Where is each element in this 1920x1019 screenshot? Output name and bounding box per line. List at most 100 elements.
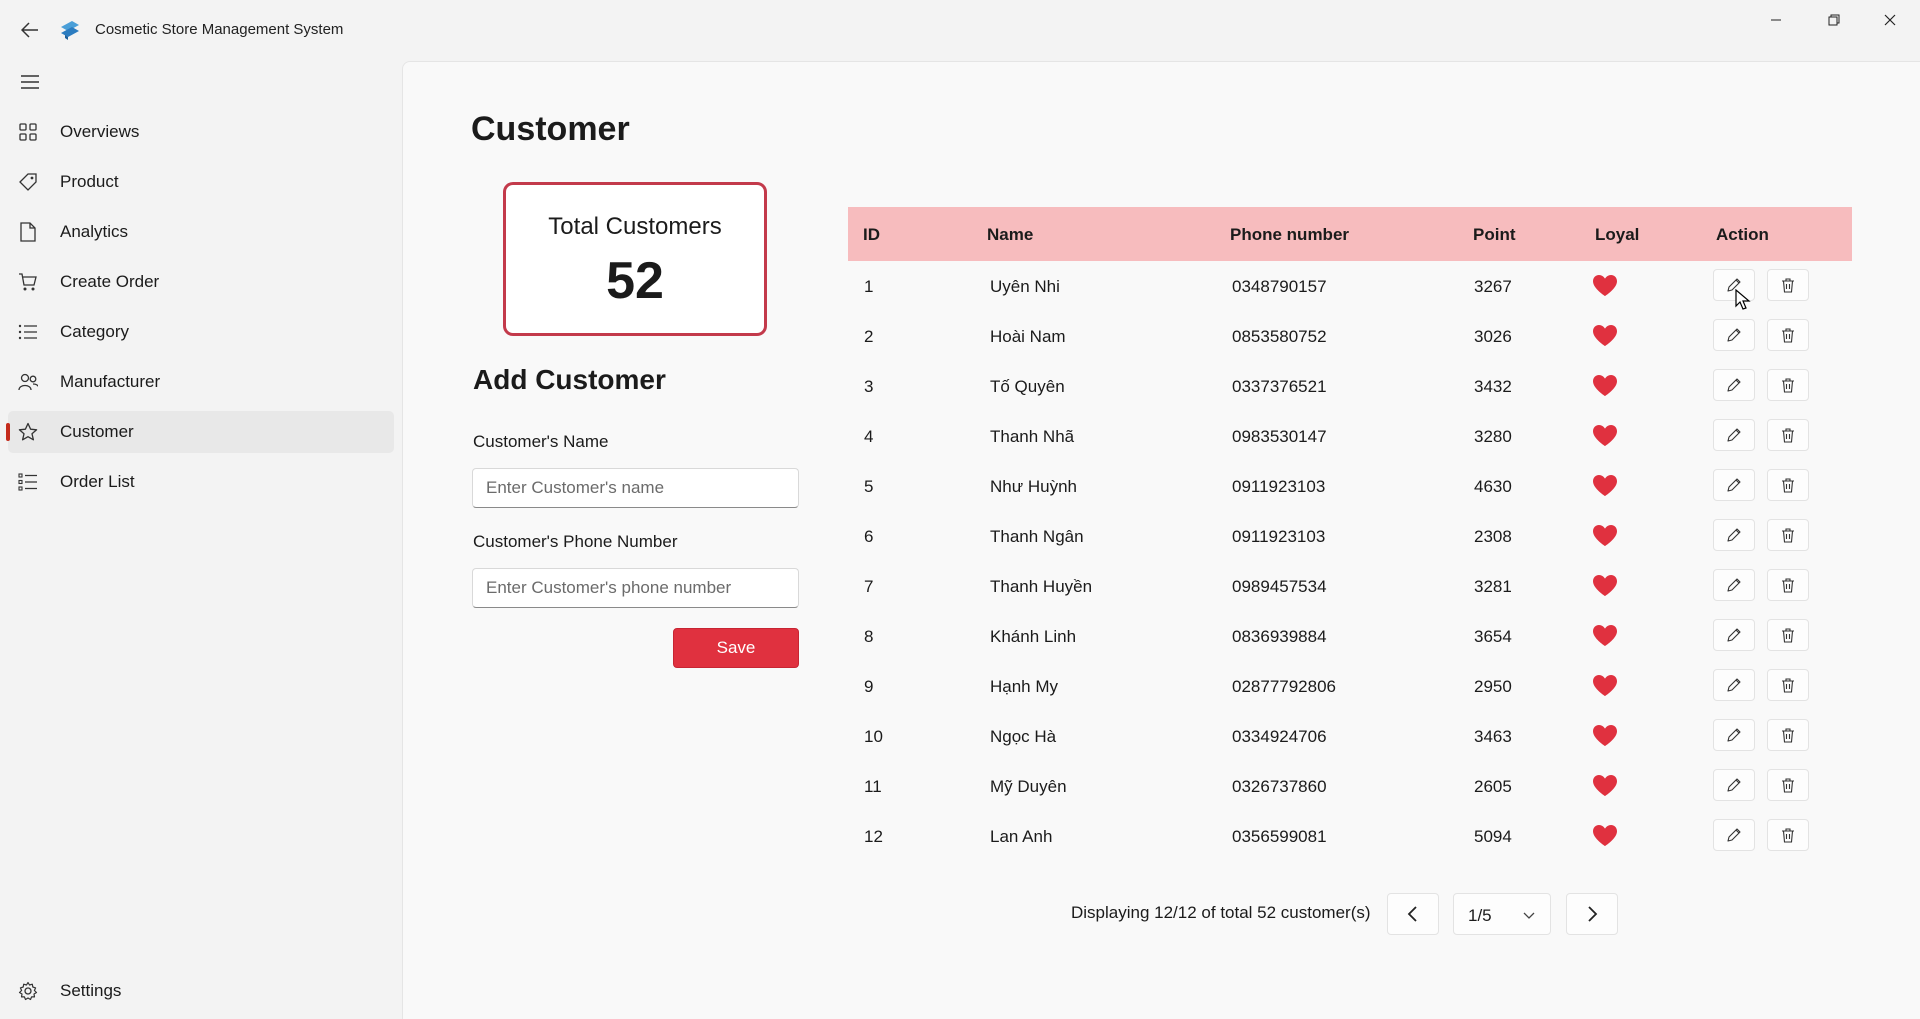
trash-icon — [1782, 478, 1794, 493]
delete-button[interactable] — [1767, 569, 1809, 601]
list-icon — [18, 322, 38, 342]
table-row: 8 Khánh Linh 0836939884 3654 — [848, 611, 1852, 661]
menu-toggle-button[interactable] — [14, 68, 46, 96]
cell-id: 1 — [864, 277, 874, 296]
trash-icon — [1782, 678, 1794, 693]
header-point: Point — [1473, 225, 1516, 244]
edit-button[interactable] — [1713, 319, 1755, 351]
delete-button[interactable] — [1767, 419, 1809, 451]
sidebar-item-product[interactable]: Product — [8, 161, 394, 203]
cell-phone: 0911923103 — [1232, 527, 1326, 546]
back-arrow-icon — [21, 22, 38, 38]
cell-phone: 0348790157 — [1232, 277, 1327, 296]
sidebar-item-analytics[interactable]: Analytics — [8, 211, 394, 253]
sidebar-item-manufacturer[interactable]: Manufacturer — [8, 361, 394, 403]
edit-button[interactable] — [1713, 819, 1755, 851]
total-customers-card: Total Customers 52 — [503, 182, 767, 336]
app-logo-icon — [61, 21, 79, 40]
cell-name: Thanh Ngân — [990, 527, 1084, 546]
cell-phone: 02877792806 — [1232, 677, 1337, 696]
table-header: ID Name Phone number Point Loyal Action — [848, 207, 1852, 261]
sidebar-item-create-order[interactable]: Create Order — [8, 261, 394, 303]
previous-page-button[interactable] — [1387, 893, 1439, 935]
delete-button[interactable] — [1767, 319, 1809, 351]
table-row: 6 Thanh Ngân 0911923103 2308 — [848, 511, 1852, 561]
delete-button[interactable] — [1767, 469, 1809, 501]
cell-id: 3 — [864, 377, 874, 396]
sidebar-item-overviews[interactable]: Overviews — [8, 111, 394, 153]
pencil-icon — [1727, 478, 1741, 492]
customer-name-input[interactable] — [472, 468, 799, 508]
cell-name: Uyên Nhi — [990, 277, 1060, 296]
cell-point: 2605 — [1474, 777, 1512, 796]
main-content: Customer Total Customers 52 Add Customer… — [402, 61, 1920, 1019]
delete-button[interactable] — [1767, 269, 1809, 301]
pencil-icon — [1727, 678, 1741, 692]
delete-button[interactable] — [1767, 769, 1809, 801]
cell-point: 3280 — [1474, 427, 1512, 446]
cell-phone: 0989457534 — [1232, 577, 1327, 596]
sidebar-item-settings[interactable]: Settings — [8, 970, 394, 1012]
table-row: 2 Hoài Nam 0853580752 3026 — [848, 311, 1852, 361]
delete-button[interactable] — [1767, 819, 1809, 851]
sidebar-item-order-list[interactable]: Order List — [8, 461, 394, 503]
delete-button[interactable] — [1767, 369, 1809, 401]
edit-button[interactable] — [1713, 519, 1755, 551]
cell-point: 3026 — [1474, 327, 1512, 346]
customer-phone-input[interactable] — [472, 568, 799, 608]
cell-name: Thanh Nhã — [990, 427, 1075, 446]
edit-button[interactable] — [1713, 569, 1755, 601]
pencil-icon — [1727, 728, 1741, 742]
heart-icon — [1593, 625, 1617, 646]
header-loyal: Loyal — [1595, 225, 1640, 244]
trash-icon — [1782, 428, 1794, 443]
heart-icon — [1593, 675, 1617, 696]
cell-name: Ngọc Hà — [990, 727, 1057, 746]
close-button[interactable] — [1862, 0, 1918, 40]
edit-button[interactable] — [1713, 669, 1755, 701]
trash-icon — [1782, 578, 1794, 593]
restore-button[interactable] — [1806, 0, 1862, 40]
hamburger-icon — [21, 75, 39, 89]
pencil-icon — [1727, 578, 1741, 592]
settings-label: Settings — [60, 981, 122, 1000]
table-row: 11 Mỹ Duyên 0326737860 2605 — [848, 761, 1852, 811]
trash-icon — [1782, 728, 1794, 743]
sidebar-item-category[interactable]: Category — [8, 311, 394, 353]
sidebar-item-customer[interactable]: Customer — [6, 411, 394, 453]
cell-phone: 0853580752 — [1232, 327, 1327, 346]
edit-button[interactable] — [1713, 769, 1755, 801]
heart-icon — [1593, 275, 1617, 296]
trash-icon — [1782, 328, 1794, 343]
next-page-button[interactable] — [1566, 893, 1618, 935]
edit-button[interactable] — [1713, 619, 1755, 651]
cell-name: Mỹ Duyên — [990, 777, 1067, 796]
header-action: Action — [1716, 225, 1769, 244]
delete-button[interactable] — [1767, 519, 1809, 551]
tag-icon — [18, 172, 38, 192]
edit-button[interactable] — [1713, 719, 1755, 751]
table-row: 12 Lan Anh 0356599081 5094 — [848, 811, 1852, 861]
edit-button[interactable] — [1713, 369, 1755, 401]
back-button[interactable] — [14, 16, 46, 44]
heart-icon — [1593, 725, 1617, 746]
edit-button[interactable] — [1713, 419, 1755, 451]
cell-id: 2 — [864, 327, 874, 346]
minimize-button[interactable] — [1748, 0, 1804, 40]
trash-icon — [1782, 828, 1794, 843]
delete-button[interactable] — [1767, 719, 1809, 751]
heart-icon — [1593, 475, 1617, 496]
mouse-cursor-icon — [1735, 289, 1751, 310]
gear-icon — [18, 981, 38, 1001]
page-select[interactable]: 1/5 — [1453, 893, 1551, 935]
sidebar-item-label: Overviews — [60, 122, 140, 141]
cell-point: 5094 — [1474, 827, 1512, 846]
delete-button[interactable] — [1767, 619, 1809, 651]
edit-button[interactable] — [1713, 469, 1755, 501]
cell-point: 3463 — [1474, 727, 1512, 746]
delete-button[interactable] — [1767, 669, 1809, 701]
save-button[interactable]: Save — [673, 628, 799, 668]
page-select-value: 1/5 — [1468, 906, 1492, 925]
title-bar: Cosmetic Store Management System — [0, 0, 1920, 60]
cell-point: 3281 — [1474, 577, 1512, 596]
